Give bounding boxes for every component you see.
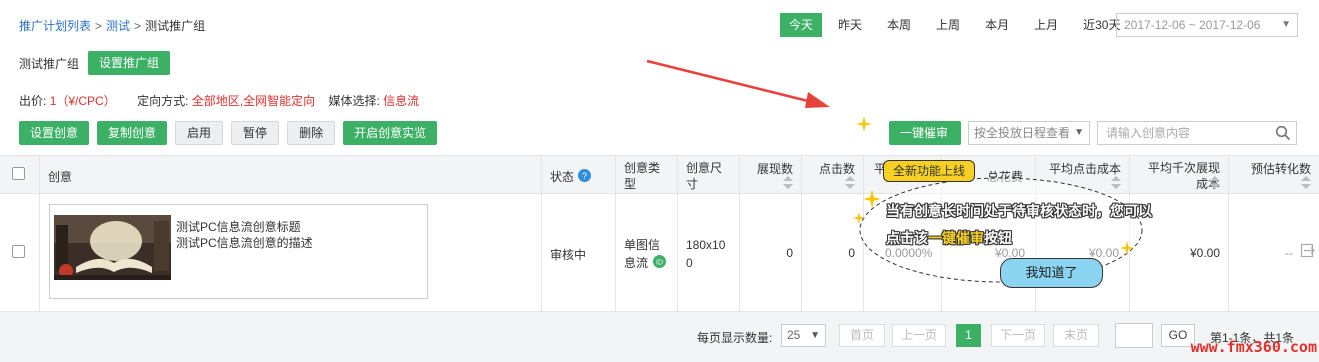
- breadcrumb-current: 测试推广组: [145, 19, 206, 33]
- header-creative-type: 创意类型: [616, 156, 678, 194]
- tab-today[interactable]: 今天: [780, 13, 823, 37]
- header-clicks[interactable]: 点击数: [802, 156, 864, 194]
- schedule-view-select[interactable]: 按全投放日程查看 ▼: [968, 121, 1090, 145]
- sort-icon[interactable]: [783, 176, 793, 190]
- search-icon[interactable]: [1275, 125, 1291, 141]
- date-tabs: 今天 昨天 本周 上周 本月 上月 近30天: [780, 13, 1136, 37]
- row-creative-type-cell: 单图信息流 ID: [616, 194, 678, 312]
- creative-realview-button[interactable]: 开启创意实览: [343, 121, 438, 145]
- one-key-review-button[interactable]: 一键催审: [889, 121, 961, 145]
- select-all-checkbox[interactable]: [12, 167, 25, 180]
- dropdown-caret-icon: ▼: [1281, 19, 1291, 30]
- prev-page-button[interactable]: 上一页: [892, 324, 946, 347]
- header-select-cell: [0, 156, 40, 194]
- creative-title: 测试PC信息流创意标题: [176, 220, 301, 234]
- date-range-value: 2017-12-06 ~ 2017-12-06: [1124, 18, 1261, 32]
- sort-icon[interactable]: [1210, 176, 1220, 190]
- copy-creative-button[interactable]: 复制创意: [97, 121, 168, 145]
- tab-this-month[interactable]: 本月: [976, 13, 1018, 37]
- callout-text: 当有创意长时间处于待审核状态时，您可以 点击该一键催审按钮: [886, 198, 1186, 252]
- page-jump-input[interactable]: [1115, 323, 1153, 348]
- bid-label: 出价:: [19, 94, 47, 108]
- creative-thumbnail-image: [54, 215, 171, 280]
- header-est-conversions[interactable]: 预估转化数: [1229, 156, 1319, 194]
- new-feature-badge: 全新功能上线: [883, 160, 975, 182]
- svg-text:?: ?: [582, 171, 587, 181]
- tab-this-week[interactable]: 本周: [878, 13, 920, 37]
- tab-last-month[interactable]: 上月: [1025, 13, 1067, 37]
- help-icon[interactable]: ?: [578, 169, 591, 182]
- sort-icon[interactable]: [1301, 176, 1311, 190]
- media-value: 信息流: [383, 94, 420, 108]
- row-creative-size-cell: 180x100: [678, 194, 740, 312]
- row-checkbox[interactable]: [12, 245, 25, 258]
- row-select-cell: [0, 194, 40, 312]
- per-page-label: 每页显示数量:: [697, 331, 773, 345]
- page-1-button[interactable]: 1: [956, 324, 981, 347]
- ad-group-info: 出价: 1（¥/CPC） 定向方式: 全部地区,全网智能定向 媒体选择: 信息流: [19, 92, 419, 109]
- sparkle-icon: [863, 190, 881, 208]
- pause-button[interactable]: 暂停: [231, 121, 280, 145]
- per-page-select[interactable]: 25 ▼: [781, 324, 826, 347]
- targeting-value: 全部地区,全网智能定向: [191, 94, 316, 108]
- id-badge-icon: ID: [653, 255, 666, 268]
- breadcrumb: 推广计划列表 > 测试 > 测试推广组: [19, 17, 205, 34]
- got-it-button[interactable]: 我知道了: [1000, 258, 1103, 288]
- site-watermark: www.fmx360.com: [1190, 338, 1317, 356]
- enable-button[interactable]: 启用: [175, 121, 224, 145]
- header-creative-size: 创意尺寸: [678, 156, 740, 194]
- breadcrumb-separator: >: [95, 19, 103, 33]
- header-impressions[interactable]: 展现数: [740, 156, 802, 194]
- sort-icon[interactable]: [845, 176, 855, 190]
- header-creative: 创意: [40, 156, 542, 194]
- creative-search-input[interactable]: 请输入创意内容: [1097, 121, 1297, 145]
- date-range-picker[interactable]: 2017-12-06 ~ 2017-12-06 ▼: [1116, 13, 1298, 37]
- callout-line-1: 当有创意长时间处于待审核状态时，您可以: [886, 203, 1152, 219]
- tab-last-week[interactable]: 上周: [927, 13, 969, 37]
- first-page-button[interactable]: 首页: [839, 324, 885, 347]
- bid-value: 1（¥/CPC）: [49, 94, 116, 108]
- creative-toolbar: 设置创意 复制创意 启用 暂停 删除 开启创意实览: [19, 121, 438, 145]
- callout-line-2: 点击该一键催审按钮: [886, 230, 1012, 246]
- dropdown-caret-icon: ▼: [1074, 127, 1084, 138]
- sparkle-icon: [853, 212, 865, 224]
- breadcrumb-plan-link[interactable]: 测试: [106, 19, 130, 33]
- targeting-label: 定向方式:: [137, 94, 189, 108]
- sparkle-icon: [856, 116, 872, 132]
- tab-yesterday[interactable]: 昨天: [829, 13, 871, 37]
- media-label: 媒体选择:: [328, 94, 380, 108]
- dropdown-caret-icon: ▼: [810, 330, 820, 341]
- set-creative-button[interactable]: 设置创意: [19, 121, 90, 145]
- creative-description: 测试PC信息流创意的描述: [176, 236, 313, 250]
- header-status: 状态 ?: [542, 156, 616, 194]
- delete-button[interactable]: 删除: [287, 121, 336, 145]
- row-conversions-cell: --: [1229, 194, 1319, 312]
- row-impressions-cell: 0: [740, 194, 802, 312]
- search-placeholder: 请输入创意内容: [1106, 126, 1191, 140]
- breadcrumb-plan-list-link[interactable]: 推广计划列表: [19, 19, 91, 33]
- last-page-button[interactable]: 末页: [1053, 324, 1099, 347]
- export-icon[interactable]: [1300, 243, 1315, 258]
- next-page-button[interactable]: 下一页: [991, 324, 1045, 347]
- arrow-pointer-icon: [646, 59, 830, 108]
- creative-size-value: 180x100: [686, 238, 726, 270]
- breadcrumb-separator: >: [134, 19, 142, 33]
- ad-group-name: 测试推广组: [19, 57, 80, 71]
- row-status-cell: 审核中: [542, 194, 616, 312]
- set-ad-group-button[interactable]: 设置推广组: [88, 51, 171, 75]
- svg-text:ID: ID: [656, 260, 663, 267]
- header-avg-cpm[interactable]: 平均千次展现成本: [1130, 156, 1229, 194]
- status-value: 审核中: [550, 248, 587, 262]
- schedule-view-value: 按全投放日程查看: [974, 126, 1071, 140]
